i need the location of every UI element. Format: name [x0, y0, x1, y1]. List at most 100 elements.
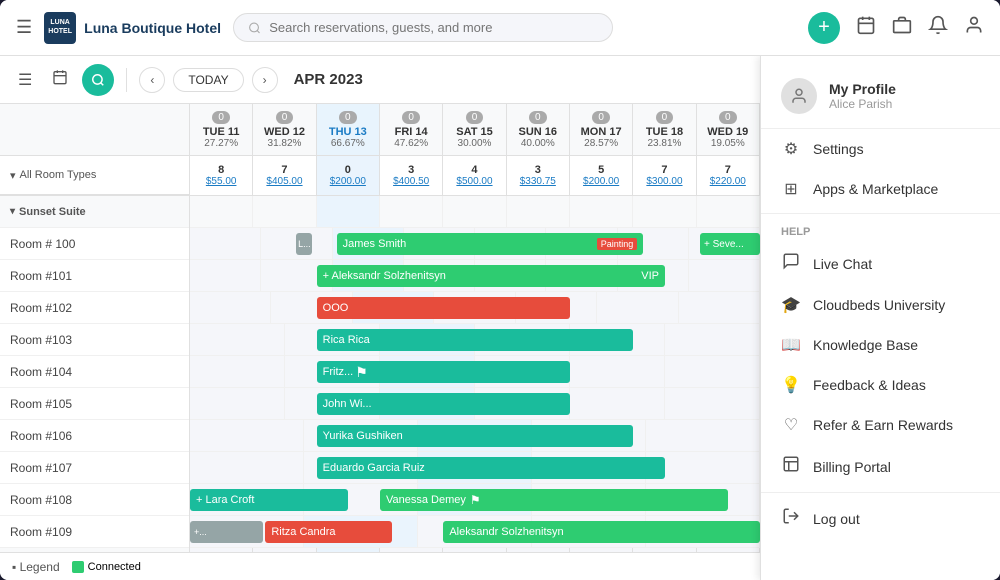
reservation-lara-croft[interactable]: + Lara Croft	[190, 489, 348, 511]
book-icon: 📖	[781, 335, 801, 355]
room-107-label[interactable]: Room #107	[0, 452, 189, 484]
dropdown-menu-content: My Profile Alice Parish ⚙ Settings ⊞ App…	[761, 56, 1000, 548]
summary-cell-18: 7$300.00	[633, 156, 696, 195]
profile-menu-item[interactable]: My Profile Alice Parish	[761, 64, 1000, 129]
gantt-row-105: John Wi...	[190, 388, 760, 420]
profile-name: My Profile	[829, 81, 896, 97]
gantt-row-104: Fritz... ⚑	[190, 356, 760, 388]
search-input[interactable]	[269, 20, 598, 35]
room-105-label[interactable]: Room #105	[0, 388, 189, 420]
gantt-sunset-suite-header	[190, 196, 760, 228]
list-view-icon[interactable]: ☰	[12, 64, 38, 96]
connected-dot	[72, 561, 84, 573]
hotel-name: Luna Boutique Hotel	[84, 20, 221, 36]
cloudbeds-university-menu-item[interactable]: 🎓 Cloudbeds University	[761, 285, 1000, 325]
room-106-label[interactable]: Room #106	[0, 420, 189, 452]
live-chat-menu-item[interactable]: Live Chat	[761, 242, 1000, 285]
room-names-column: ▾ All Room Types ▾ Sunset Suite Room # 1…	[0, 104, 190, 552]
bulb-icon: 💡	[781, 375, 801, 395]
room-108-label[interactable]: Room #108	[0, 484, 189, 516]
reservation-100-cont[interactable]: + Seve...	[700, 233, 760, 255]
room-100-placeholder[interactable]: L...	[296, 233, 312, 255]
reservation-john-wi[interactable]: John Wi...	[317, 393, 570, 415]
settings-menu-item[interactable]: ⚙ Settings	[761, 129, 1000, 169]
date-col-17: 0 MON 17 28.57%	[570, 104, 633, 155]
logout-menu-item[interactable]: Log out	[761, 497, 1000, 540]
room-103-label[interactable]: Room #103	[0, 324, 189, 356]
profile-avatar	[781, 78, 817, 114]
calendar-icon[interactable]	[856, 15, 876, 40]
room-109-label[interactable]: Room #109	[0, 516, 189, 548]
date-col-12: 0 WED 12 31.82%	[253, 104, 316, 155]
reservation-eduardo[interactable]: Eduardo Garcia Ruiz	[317, 457, 665, 479]
feedback-label: Feedback & Ideas	[813, 377, 926, 393]
menu-divider-2	[761, 492, 1000, 493]
search-bar[interactable]	[233, 13, 613, 42]
bell-icon[interactable]	[928, 15, 948, 40]
help-section-label: Help	[761, 218, 1000, 242]
feedback-menu-item[interactable]: 💡 Feedback & Ideas	[761, 365, 1000, 405]
university-icon: 🎓	[781, 295, 801, 315]
refer-earn-label: Refer & Earn Rewards	[813, 417, 953, 433]
refer-earn-menu-item[interactable]: ♡ Refer & Earn Rewards	[761, 405, 1000, 445]
date-col-18: 0 TUE 18 23.81%	[633, 104, 696, 155]
summary-cell-16: 3$330.75	[507, 156, 570, 195]
legend-label: ▪ Legend	[12, 560, 60, 574]
reservation-109-prev[interactable]: +...	[190, 521, 263, 543]
gantt-row-108: + Lara Croft Vanessa Demey ⚑	[190, 484, 760, 516]
reservation-ritza[interactable]: Ritza Candra	[265, 521, 392, 543]
reservation-yurika[interactable]: Yurika Gushiken	[317, 425, 634, 447]
chat-icon	[781, 252, 801, 275]
add-button[interactable]: +	[808, 12, 840, 44]
menu-icon[interactable]: ☰	[16, 17, 32, 38]
gantt-rows: L... James Smith Painting + Seve...	[190, 196, 760, 552]
room-100-label[interactable]: Room # 100	[0, 228, 189, 260]
summary-cell-13: 0$200.00	[317, 156, 380, 195]
logo-area: LUNAHOTEL Luna Boutique Hotel	[44, 12, 221, 44]
date-col-11: 0 TUE 11 27.27%	[190, 104, 253, 155]
gantt-row-103: A... Rica Rica	[190, 324, 760, 356]
rooms-icon[interactable]	[892, 15, 912, 40]
summary-cell-12: 7$405.00	[253, 156, 316, 195]
date-col-13: 0 THU 13 66.67%	[317, 104, 380, 155]
summary-cell-19: 7$220.00	[697, 156, 760, 195]
today-button[interactable]: TODAY	[173, 68, 243, 92]
gantt-row-109: +... Ritza Candra Aleksandr Solzhenitsyn	[190, 516, 760, 548]
reservation-fritz[interactable]: Fritz... ⚑	[317, 361, 570, 383]
apps-icon: ⊞	[781, 179, 801, 199]
gantt-row-106: Yurika Gushiken	[190, 420, 760, 452]
room-101-label[interactable]: Room #101	[0, 260, 189, 292]
prev-nav-button[interactable]: ‹	[139, 67, 165, 93]
reservation-ooo-102[interactable]: OOO	[317, 297, 570, 319]
toolbar: ☰ ‹ TODAY › APR 2023	[0, 56, 760, 104]
billing-menu-item[interactable]: Billing Portal	[761, 445, 1000, 488]
logout-label: Log out	[813, 511, 860, 527]
reservation-rica-rica[interactable]: Rica Rica	[317, 329, 634, 351]
billing-icon	[781, 455, 801, 478]
search-tool-icon[interactable]	[82, 64, 114, 96]
profile-sub: Alice Parish	[829, 97, 896, 111]
sunset-suite-section[interactable]: ▾ Sunset Suite	[0, 196, 189, 228]
legend-bar: ▪ Legend Connected	[0, 552, 760, 580]
apps-menu-item[interactable]: ⊞ Apps & Marketplace	[761, 169, 1000, 209]
room-104-label[interactable]: Room #104	[0, 356, 189, 388]
logo-box: LUNAHOTEL	[44, 12, 76, 44]
next-nav-button[interactable]: ›	[252, 67, 278, 93]
knowledge-base-menu-item[interactable]: 📖 Knowledge Base	[761, 325, 1000, 365]
reservation-aleksandr-109[interactable]: Aleksandr Solzhenitsyn	[443, 521, 760, 543]
calendar-view-icon[interactable]	[46, 63, 74, 96]
all-room-types-label: ▾ All Room Types	[0, 156, 189, 196]
gantt-row-102: OOO	[190, 292, 760, 324]
profile-info: My Profile Alice Parish	[829, 81, 896, 111]
room-102-label[interactable]: Room #102	[0, 292, 189, 324]
date-col-16: 0 SUN 16 40.00%	[507, 104, 570, 155]
logout-icon	[781, 507, 801, 530]
user-icon[interactable]	[964, 15, 984, 40]
date-col-19: 0 WED 19 19.05%	[697, 104, 760, 155]
header-actions: +	[808, 12, 984, 44]
reservation-vanessa[interactable]: Vanessa Demey ⚑	[380, 489, 728, 511]
month-label: APR 2023	[294, 71, 363, 88]
apps-label: Apps & Marketplace	[813, 181, 938, 197]
reservation-aleksandr-101[interactable]: + Aleksandr Solzhenitsyn VIP	[317, 265, 665, 287]
reservation-james-smith[interactable]: James Smith Painting	[337, 233, 644, 255]
